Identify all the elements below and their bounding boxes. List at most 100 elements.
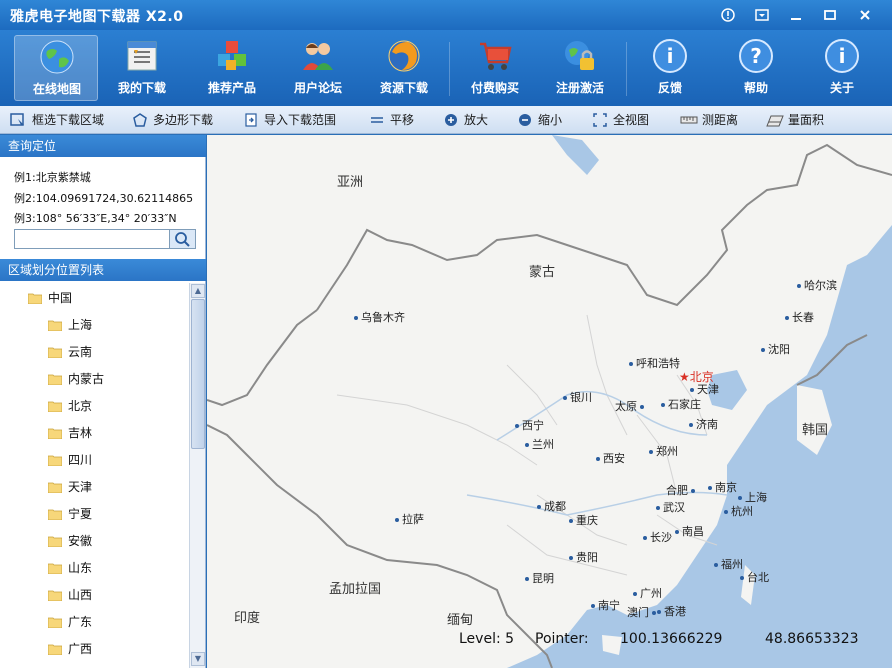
map-city[interactable]: 哈尔滨 xyxy=(797,277,837,293)
scroll-thumb[interactable] xyxy=(191,299,205,449)
tab-recommended-label: 推荐产品 xyxy=(207,81,256,95)
measure-area-button[interactable]: 量面积 xyxy=(766,110,828,130)
tab-help-label: 帮助 xyxy=(743,81,768,95)
map-city[interactable]: 拉萨 xyxy=(395,511,424,527)
map-city[interactable]: 南昌 xyxy=(675,523,704,539)
pan-button[interactable]: 平移 xyxy=(370,110,420,130)
tab-about[interactable]: i 关于 xyxy=(800,35,884,101)
city-label: 西宁 xyxy=(522,419,544,432)
folder-icon xyxy=(48,536,62,547)
map-view[interactable]: 亚洲 蒙古 韩国 孟加拉国 印度 缅甸 哈尔滨 长春 沈阳 乌鲁木齐 呼和浩特 … xyxy=(207,135,892,668)
city-dot xyxy=(515,424,519,428)
map-city[interactable]: 西宁 xyxy=(515,417,544,433)
import-range-button[interactable]: 导入下载范围 xyxy=(244,110,344,130)
folder-icon xyxy=(48,590,62,601)
maximize-button[interactable] xyxy=(818,5,842,25)
tab-recommended[interactable]: 推荐产品 xyxy=(190,35,274,101)
tree-item-label: 中国 xyxy=(48,291,73,305)
map-city[interactable]: 香港 xyxy=(657,603,686,619)
map-city[interactable]: 兰州 xyxy=(525,436,554,452)
scroll-down-button[interactable]: ▼ xyxy=(191,652,205,666)
map-land xyxy=(207,135,892,668)
region-list-scrollbar[interactable]: ▲ ▼ xyxy=(189,283,205,668)
map-city[interactable]: 沈阳 xyxy=(761,341,790,357)
map-label-asia: 亚洲 xyxy=(337,175,364,190)
city-dot xyxy=(724,510,728,514)
tree-item-label: 广东 xyxy=(68,615,93,629)
search-button[interactable] xyxy=(169,230,195,248)
tab-online-map[interactable]: 在线地图 xyxy=(14,35,98,101)
info-window-button[interactable] xyxy=(716,5,740,25)
city-label: 济南 xyxy=(696,418,718,431)
map-city[interactable]: 乌鲁木齐 xyxy=(354,309,405,325)
map-city[interactable]: 呼和浩特 xyxy=(629,355,680,371)
folder-icon xyxy=(28,293,42,304)
map-city[interactable]: 杭州 xyxy=(724,503,753,519)
map-toolbar: 框选下载区域 多边形下载 导入下载范围 平移 放大 缩小 全视图 测距离 量面积 xyxy=(0,106,892,134)
map-city[interactable]: 武汉 xyxy=(656,499,685,515)
scroll-up-button[interactable]: ▲ xyxy=(191,284,205,298)
city-label: 成都 xyxy=(544,500,566,513)
tab-purchase-label: 付费购买 xyxy=(470,81,519,95)
city-dot xyxy=(596,457,600,461)
map-city[interactable]: 长春 xyxy=(785,309,814,325)
map-city[interactable]: 贵阳 xyxy=(569,549,598,565)
map-city[interactable]: 重庆 xyxy=(569,512,598,528)
city-label: 南昌 xyxy=(682,525,704,538)
zoom-out-button[interactable]: 缩小 xyxy=(518,110,568,130)
map-city[interactable]: 合肥 xyxy=(666,482,698,498)
map-label-myanmar: 缅甸 xyxy=(447,613,474,628)
map-city[interactable]: 西安 xyxy=(596,450,625,466)
polygon-download-button[interactable]: 多边形下载 xyxy=(133,110,223,130)
map-city[interactable]: 济南 xyxy=(689,416,718,432)
tab-resources-label: 资源下载 xyxy=(379,81,428,95)
map-city[interactable]: 澳门 xyxy=(627,604,659,620)
map-label-bangladesh: 孟加拉国 xyxy=(329,582,382,597)
city-dot xyxy=(569,556,573,560)
tab-resources[interactable]: 资源下载 xyxy=(362,35,446,101)
tab-forum-label: 用户论坛 xyxy=(293,81,342,95)
tab-purchase[interactable]: 付费购买 xyxy=(453,35,537,101)
map-city[interactable]: 银川 xyxy=(563,389,592,405)
measure-distance-button[interactable]: 测距离 xyxy=(680,110,742,130)
city-label: 昆明 xyxy=(532,572,554,585)
tab-register[interactable]: 注册激活 xyxy=(538,35,622,101)
tab-online-map-label: 在线地图 xyxy=(32,82,81,96)
map-city[interactable]: 天津 xyxy=(690,381,719,397)
map-city[interactable]: 太原 xyxy=(615,398,647,414)
map-city[interactable]: 南京 xyxy=(708,479,737,495)
full-view-button[interactable]: 全视图 xyxy=(593,110,653,130)
tab-register-label: 注册激活 xyxy=(555,81,604,95)
map-city[interactable]: 石家庄 xyxy=(661,396,701,412)
city-label: 贵阳 xyxy=(576,551,598,564)
pan-icon xyxy=(371,117,383,123)
map-city[interactable]: 长沙 xyxy=(643,529,672,545)
info-icon: i xyxy=(653,39,687,73)
map-city[interactable]: 福州 xyxy=(714,556,743,572)
map-city[interactable]: 郑州 xyxy=(649,443,678,459)
city-label: 沈阳 xyxy=(768,343,790,356)
shopping-cart-icon xyxy=(480,42,512,70)
map-city[interactable]: 昆明 xyxy=(525,570,554,586)
tab-feedback[interactable]: i 反馈 xyxy=(628,35,712,101)
close-button[interactable] xyxy=(853,5,877,25)
full-view-label: 全视图 xyxy=(613,113,650,127)
minimize-icon xyxy=(791,18,801,20)
zoom-in-button[interactable]: 放大 xyxy=(444,110,494,130)
tree-item-label: 宁夏 xyxy=(68,507,93,521)
select-area-button[interactable]: 框选下载区域 xyxy=(10,110,110,130)
measure-distance-label: 测距离 xyxy=(702,113,739,127)
tab-help[interactable]: ? 帮助 xyxy=(714,35,798,101)
menu-window-button[interactable] xyxy=(750,5,774,25)
tree-item-label: 吉林 xyxy=(68,426,93,440)
map-city[interactable]: 台北 xyxy=(740,569,769,585)
map-city[interactable]: 广州 xyxy=(633,585,662,601)
tab-my-downloads[interactable]: 我的下载 xyxy=(100,35,184,101)
map-city[interactable]: 成都 xyxy=(537,498,566,514)
search-input[interactable] xyxy=(15,230,169,248)
city-label: 石家庄 xyxy=(668,398,701,411)
tab-forum[interactable]: 用户论坛 xyxy=(276,35,360,101)
map-city[interactable]: 南宁 xyxy=(591,597,620,613)
minimize-button[interactable] xyxy=(784,5,808,25)
city-dot xyxy=(785,316,789,320)
